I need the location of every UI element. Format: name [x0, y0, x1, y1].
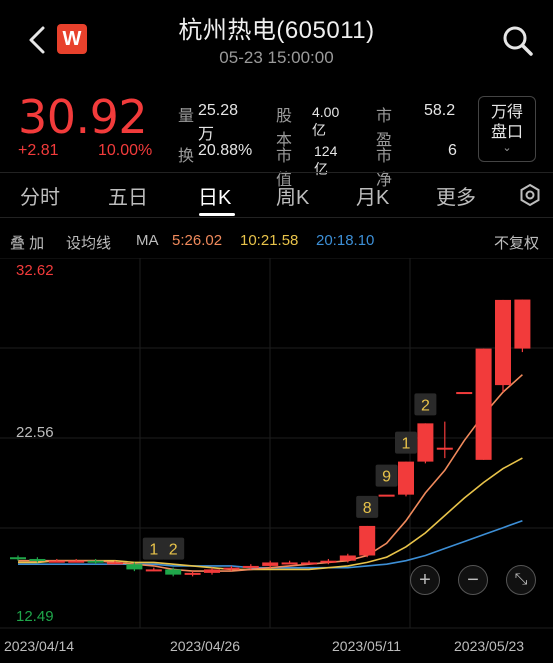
ma20-value: 20:18.10	[316, 232, 375, 249]
candle-body	[29, 558, 46, 561]
candle-body	[301, 562, 317, 565]
streak-badge-label: 1	[149, 542, 158, 559]
minus-icon: −	[467, 568, 479, 591]
page-title: 杭州热电(605011)	[178, 17, 375, 44]
candle-body	[107, 562, 123, 565]
tab-weekly-k[interactable]: 周K	[276, 181, 309, 210]
candle-body	[165, 569, 182, 575]
candle-body	[10, 557, 26, 560]
candle-body	[398, 461, 414, 495]
stat-value-pe: 58.2	[424, 102, 456, 119]
ma5-value: 5:26.02	[172, 232, 223, 249]
tab-more[interactable]: 更多	[436, 181, 476, 210]
candlestick-chart[interactable]: 128912 32.62 22.56 12.49 2023/04/14 2023…	[0, 258, 553, 663]
price-change-percent: 10.00%	[98, 142, 153, 159]
streak-badge-label: 1	[402, 436, 411, 453]
x-axis-label-4: 2023/05/23	[454, 638, 525, 654]
candle-body	[87, 560, 104, 563]
y-axis-max-label: 32.62	[16, 262, 54, 279]
ma-label: MA	[136, 232, 159, 249]
header-bar: W 杭州热电(605011) 05-23 15:00:00	[0, 0, 553, 82]
active-tab-indicator	[199, 213, 235, 216]
streak-badge-label: 8	[363, 500, 372, 517]
stat-value-pb: 6	[448, 142, 457, 159]
streak-badge-label: 2	[421, 397, 430, 414]
stat-label-turnover: 换	[178, 148, 195, 165]
candle-body	[436, 447, 453, 450]
y-axis-mid-label: 22.56	[16, 424, 54, 441]
set-ma-button[interactable]: 设均线	[66, 232, 111, 253]
stat-value-volume: 25.28万	[198, 102, 239, 143]
candle-body	[456, 392, 473, 395]
candle-body	[475, 348, 492, 460]
candle-body	[68, 560, 85, 563]
candle-body	[242, 565, 259, 568]
quote-timestamp: 05-23 15:00:00	[219, 48, 334, 67]
chevron-down-icon: ⌄	[502, 142, 512, 154]
moving-average-legend: 叠 加 设均线 MA 5:26.02 10:21.58 20:18.10 不复权	[0, 228, 553, 254]
x-axis-label-1: 2023/04/14	[4, 638, 75, 654]
chart-period-tabs: 分时 五日 日K 周K 月K 更多	[0, 172, 553, 218]
search-icon	[503, 26, 533, 56]
candle-body	[126, 564, 143, 570]
streak-badge-label: 9	[382, 469, 391, 486]
stat-label-volume: 量	[178, 108, 195, 125]
candle-body	[378, 494, 395, 497]
wind-order-book-label-2: 盘口	[490, 124, 523, 141]
candle-body	[184, 572, 201, 575]
chart-settings-button[interactable]	[518, 183, 542, 207]
candle-body	[495, 299, 511, 386]
price-change: +2.81	[18, 142, 59, 159]
candle-body	[262, 562, 279, 566]
search-button[interactable]	[501, 24, 535, 58]
adjustment-selector[interactable]: 不复权	[494, 232, 539, 253]
y-axis-min-label: 12.49	[16, 608, 54, 625]
expand-icon: ⤡	[514, 571, 528, 588]
fullscreen-button[interactable]: ⤡	[506, 565, 536, 595]
zoom-in-button[interactable]: +	[410, 565, 440, 595]
wind-order-book-label-1: 万得	[490, 104, 523, 121]
tab-monthly-k[interactable]: 月K	[356, 181, 389, 210]
candle-body	[417, 423, 434, 462]
overlay-button[interactable]: 叠 加	[10, 232, 44, 253]
stat-value-share-capital: 4.00亿	[312, 104, 340, 138]
candle-body	[339, 555, 356, 561]
wind-order-book-button[interactable]: 万得 盘口 ⌄	[478, 96, 536, 162]
candle-body	[223, 567, 240, 570]
candle-body	[514, 299, 531, 349]
tab-intraday[interactable]: 分时	[20, 181, 60, 210]
x-axis-label-2: 2023/04/26	[170, 638, 241, 654]
candle-body	[359, 525, 376, 556]
zoom-out-button[interactable]: −	[458, 565, 488, 595]
candle-body	[48, 560, 65, 563]
tab-daily-k[interactable]: 日K	[198, 181, 231, 210]
x-axis-label-3: 2023/05/11	[332, 638, 402, 654]
current-price: 30.92	[18, 90, 148, 144]
candle-body	[320, 560, 337, 563]
tab-five-day[interactable]: 五日	[108, 181, 148, 210]
candle-body	[281, 562, 298, 565]
stat-value-turnover: 20.88%	[198, 142, 253, 159]
candle-body	[145, 569, 162, 572]
ma10-value: 10:21.58	[240, 232, 299, 249]
gear-icon	[520, 183, 540, 207]
candlestick-chart-svg: 1 28912	[0, 258, 553, 629]
plus-icon: +	[419, 568, 431, 591]
candle-body	[204, 569, 220, 573]
streak-badge-label: 2	[169, 542, 178, 559]
